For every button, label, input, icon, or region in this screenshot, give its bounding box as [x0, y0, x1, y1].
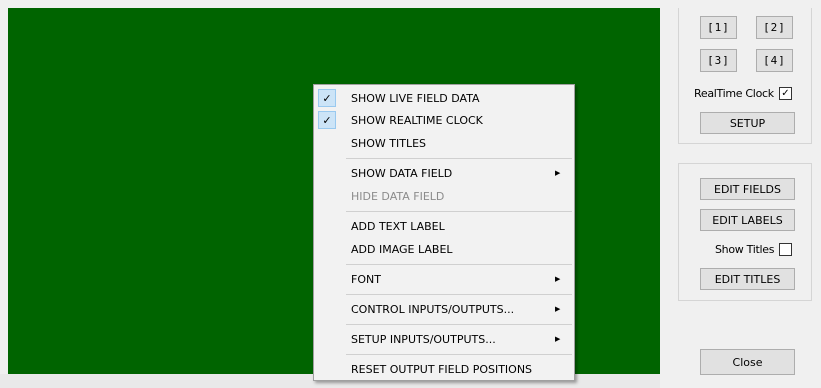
- menu-item-reset-output-field-positions[interactable]: RESET OUTPUT FIELD POSITIONS: [314, 358, 574, 380]
- quick-button-4[interactable]: [4]: [756, 49, 793, 72]
- realtime-clock-checkbox[interactable]: ✓: [778, 87, 792, 100]
- menu-item-font[interactable]: FONT ▶: [314, 268, 574, 290]
- checkmark-icon: ✓: [318, 89, 336, 107]
- menu-item-add-image-label[interactable]: ADD IMAGE LABEL: [314, 238, 574, 260]
- menu-item-show-realtime-clock[interactable]: ✓ SHOW REALTIME CLOCK: [314, 109, 574, 131]
- submenu-arrow-icon: ▶: [555, 335, 561, 343]
- menu-item-label: FONT: [351, 272, 381, 286]
- edit-fields-button[interactable]: EDIT FIELDS: [700, 178, 795, 200]
- submenu-arrow-icon: ▶: [555, 305, 561, 313]
- checkmark-icon: ✓: [781, 87, 790, 99]
- edit-labels-button[interactable]: EDIT LABELS: [700, 209, 795, 231]
- menu-item-label: SHOW DATA FIELD: [351, 166, 453, 180]
- menu-separator: [346, 354, 572, 355]
- show-titles-checkbox-row[interactable]: Show Titles: [715, 243, 793, 256]
- checkmark-icon: ✓: [318, 111, 336, 129]
- menu-item-label: RESET OUTPUT FIELD POSITIONS: [351, 362, 533, 376]
- submenu-arrow-icon: ▶: [555, 169, 561, 177]
- menu-item-label: CONTROL INPUTS/OUTPUTS...: [351, 302, 515, 316]
- quick-button-1[interactable]: [1]: [700, 16, 737, 39]
- menu-item-label: ADD TEXT LABEL: [351, 219, 445, 233]
- menu-item-label: ADD IMAGE LABEL: [351, 242, 453, 256]
- menu-separator: [346, 211, 572, 212]
- menu-item-control-inputs-outputs[interactable]: CONTROL INPUTS/OUTPUTS... ▶: [314, 298, 574, 320]
- menu-item-add-text-label[interactable]: ADD TEXT LABEL: [314, 215, 574, 237]
- menu-item-label: SHOW TITLES: [351, 136, 427, 150]
- menu-item-show-data-field[interactable]: SHOW DATA FIELD ▶: [314, 162, 574, 184]
- menu-separator: [346, 324, 572, 325]
- menu-item-setup-inputs-outputs[interactable]: SETUP INPUTS/OUTPUTS... ▶: [314, 328, 574, 350]
- context-menu: ✓ SHOW LIVE FIELD DATA ✓ SHOW REALTIME C…: [313, 84, 575, 381]
- show-titles-label: Show Titles: [715, 243, 775, 256]
- quick-button-3[interactable]: [3]: [700, 49, 737, 72]
- menu-separator: [346, 158, 572, 159]
- close-button[interactable]: Close: [700, 349, 795, 375]
- menu-item-label: SHOW REALTIME CLOCK: [351, 113, 483, 127]
- show-titles-checkbox[interactable]: [779, 243, 793, 256]
- submenu-arrow-icon: ▶: [555, 275, 561, 283]
- setup-button[interactable]: SETUP: [700, 112, 795, 134]
- menu-item-show-titles[interactable]: SHOW TITLES: [314, 132, 574, 154]
- menu-separator: [346, 264, 572, 265]
- realtime-clock-label: RealTime Clock: [694, 87, 774, 100]
- menu-separator: [346, 294, 572, 295]
- menu-item-hide-data-field: HIDE DATA FIELD: [314, 185, 574, 207]
- menu-item-label: SHOW LIVE FIELD DATA: [351, 91, 480, 105]
- menu-item-label: SETUP INPUTS/OUTPUTS...: [351, 332, 496, 346]
- quick-button-2[interactable]: [2]: [756, 16, 793, 39]
- edit-titles-button[interactable]: EDIT TITLES: [700, 268, 795, 290]
- menu-item-show-live-field-data[interactable]: ✓ SHOW LIVE FIELD DATA: [314, 87, 574, 109]
- menu-item-label: HIDE DATA FIELD: [351, 189, 445, 203]
- realtime-clock-checkbox-row[interactable]: RealTime Clock ✓: [694, 87, 792, 100]
